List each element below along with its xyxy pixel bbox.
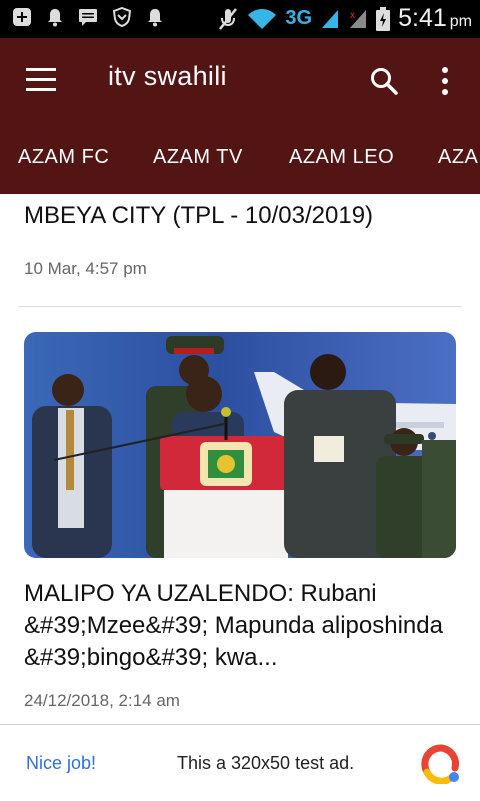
network-type-label: 3G bbox=[285, 7, 313, 29]
article-list: MAGUFULI YOTE: MWADUI FC 3-1 MBEYA CITY … bbox=[0, 194, 480, 724]
mute-icon bbox=[219, 7, 238, 30]
signal-blocked-icon: x bbox=[350, 9, 367, 28]
ad-logo-icon bbox=[421, 744, 459, 784]
article-title[interactable]: MALIPO YA UZALENDO: Rubani &#39;Mzee&#39… bbox=[24, 578, 456, 674]
app-bar: itv swahili bbox=[0, 38, 480, 124]
ad-banner[interactable]: Nice job! This a 320x50 test ad. bbox=[0, 724, 480, 801]
battery-icon bbox=[376, 6, 391, 31]
status-left-icons bbox=[12, 7, 164, 27]
shield-icon bbox=[112, 7, 132, 27]
notification-bell-icon bbox=[48, 9, 62, 27]
status-right-icons: 3G x 5:41 pm bbox=[217, 4, 472, 33]
tab-azam-fc[interactable]: AZAM FC bbox=[18, 146, 109, 169]
divider bbox=[18, 306, 462, 307]
article-date: 24/12/2018, 2:14 am bbox=[24, 691, 180, 710]
add-box-icon bbox=[13, 8, 31, 26]
status-time: 5:41 pm bbox=[398, 4, 472, 32]
article-thumbnail[interactable] bbox=[24, 332, 456, 558]
more-vertical-icon[interactable] bbox=[438, 66, 452, 96]
notification-bell-icon bbox=[148, 9, 162, 27]
article-date: 10 Mar, 4:57 pm bbox=[24, 259, 147, 278]
tab-aza[interactable]: AZA bbox=[438, 146, 478, 169]
ad-label: Nice job! bbox=[26, 753, 97, 773]
article-title[interactable]: MAGUFULI YOTE: MWADUI FC 3-1 MBEYA CITY … bbox=[24, 194, 456, 232]
signal-icon bbox=[322, 9, 339, 28]
ad-text: This a 320x50 test ad. bbox=[177, 753, 355, 773]
search-icon[interactable] bbox=[369, 66, 399, 96]
svg-text:x: x bbox=[350, 10, 355, 21]
tab-azam-tv[interactable]: AZAM TV bbox=[153, 146, 243, 169]
status-bar: 3G x 5:41 pm bbox=[0, 0, 480, 38]
wifi-icon bbox=[248, 8, 277, 29]
tab-azam-leo[interactable]: AZAM LEO bbox=[289, 146, 394, 169]
app-title: itv swahili bbox=[108, 61, 227, 91]
hamburger-menu-icon[interactable] bbox=[26, 68, 56, 92]
message-icon bbox=[79, 9, 97, 26]
category-tabs: AZAM FC AZAM TV AZAM LEO AZA bbox=[0, 124, 480, 194]
